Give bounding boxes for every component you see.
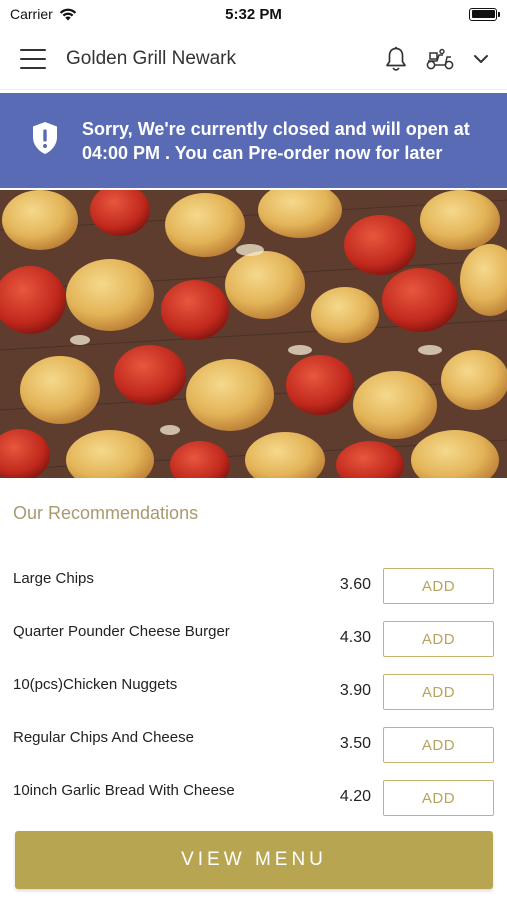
item-price: 3.50 (339, 735, 371, 752)
add-button[interactable]: ADD (383, 568, 494, 604)
list-item: Quarter Pounder Cheese Burger 4.30 ADD (0, 613, 507, 666)
restaurant-title: Golden Grill Newark (66, 47, 236, 69)
item-price: 4.30 (339, 629, 371, 646)
item-name: Regular Chips And Cheese (13, 729, 194, 746)
status-left: Carrier (10, 6, 77, 22)
closed-banner: Sorry, We're currently closed and will o… (0, 93, 507, 188)
nav-bar: Golden Grill Newark (0, 28, 507, 90)
add-button[interactable]: ADD (383, 621, 494, 657)
item-price: 3.60 (339, 576, 371, 593)
add-button[interactable]: ADD (383, 780, 494, 816)
shield-alert-icon (30, 120, 60, 161)
carrier-label: Carrier (10, 6, 53, 22)
hero-image (0, 190, 507, 478)
hamburger-menu-icon[interactable] (20, 48, 46, 69)
list-item: Large Chips 3.60 ADD (0, 560, 507, 613)
add-button[interactable]: ADD (383, 727, 494, 763)
recommendations-title: Our Recommendations (13, 503, 199, 523)
status-bar: Carrier 5:32 PM (0, 0, 507, 28)
item-name: 10inch Garlic Bread With Cheese (13, 782, 235, 799)
item-name: 10(pcs)Chicken Nuggets (13, 676, 178, 693)
item-name: Quarter Pounder Cheese Burger (13, 623, 230, 640)
item-price: 3.90 (339, 682, 371, 699)
item-name: Large Chips (13, 570, 94, 587)
list-item: 10inch Garlic Bread With Cheese 4.20 ADD (0, 772, 507, 825)
add-button[interactable]: ADD (383, 674, 494, 710)
closed-message: Sorry, We're currently closed and will o… (82, 118, 470, 163)
item-price: 4.20 (339, 788, 371, 805)
list-item: 10(pcs)Chicken Nuggets 3.90 ADD (0, 666, 507, 719)
bell-icon[interactable] (385, 46, 407, 72)
chevron-down-icon[interactable] (473, 54, 489, 64)
scooter-delivery-icon[interactable] (425, 48, 455, 70)
list-item: Regular Chips And Cheese 3.50 ADD (0, 719, 507, 772)
wifi-icon (59, 8, 76, 20)
recommendations-list: Large Chips 3.60 ADD Quarter Pounder Che… (0, 560, 507, 825)
chicken-kebab-photo (0, 190, 507, 478)
view-menu-button[interactable]: VIEW MENU (15, 831, 493, 889)
nav-icons (385, 46, 489, 72)
battery-icon (469, 7, 500, 21)
